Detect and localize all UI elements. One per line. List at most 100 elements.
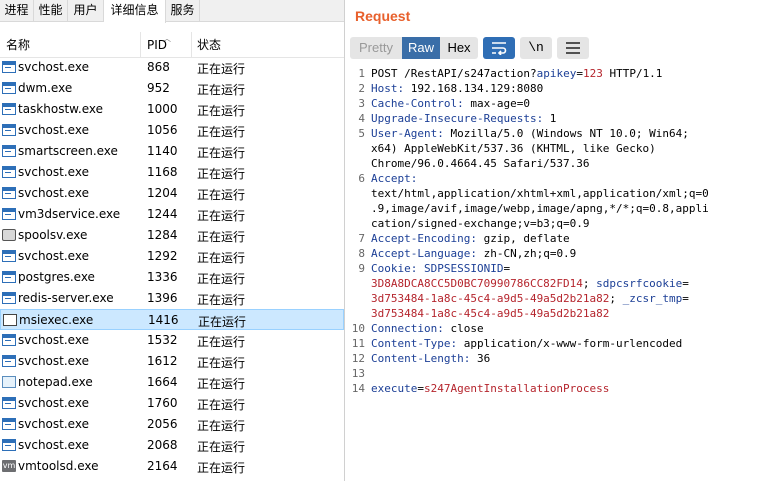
header-key: Accept-Encoding: [371, 232, 477, 245]
request-line: 1 POST /RestAPI/s247action?apikey=123 HTT… [345, 66, 768, 81]
process-pid: 868 [147, 60, 170, 74]
process-row[interactable]: vm vmtoolsd.exe 2164 正在运行 [0, 456, 344, 477]
request-panel: Request Pretty Raw Hex \n 1 POST /RestAPI… [345, 0, 768, 481]
request-line: 7 Accept-Encoding: gzip, deflate [345, 231, 768, 246]
installer-icon [3, 314, 17, 326]
process-row[interactable]: svchost.exe 1204 正在运行 [0, 183, 344, 204]
plain-text: .9,image/avif,image/webp,image/apng,*/*;… [371, 202, 709, 215]
request-line: 8 Accept-Language: zh-CN,zh;q=0.9 [345, 246, 768, 261]
request-line: 10 Connection: close [345, 321, 768, 336]
column-header-pid[interactable]: PID [147, 32, 167, 58]
plain-text: close [443, 322, 484, 335]
line-text: x64) AppleWebKit/537.36 (KHTML, like Gec… [371, 141, 656, 156]
process-status: 正在运行 [197, 335, 246, 349]
request-line: 3d753484-1a8c-45c4-a9d5-49a5d2b21a82 [345, 306, 768, 321]
process-row[interactable]: spoolsv.exe 1284 正在运行 [0, 225, 344, 246]
process-row[interactable]: svchost.exe 1532 正在运行 [0, 330, 344, 351]
request-line: 14 execute=s247AgentInstallationProcess [345, 381, 768, 396]
hamburger-menu-icon [566, 42, 580, 54]
process-row[interactable]: svchost.exe 1760 正在运行 [0, 393, 344, 414]
plain-text: 1 [543, 112, 557, 125]
request-line: 3 Cache-Control: max-age=0 [345, 96, 768, 111]
line-text: 3D8A8DCA8CC5D0BC70990786CC82FD14; sdpcsr… [371, 276, 689, 291]
service-icon [2, 103, 16, 115]
tab-bar: 进程 性能 用户 详细信息 服务 [0, 0, 344, 23]
process-pid: 1760 [147, 396, 178, 410]
header-key: Cache-Control: [371, 97, 464, 110]
pretty-view-button[interactable]: Pretty [350, 37, 402, 59]
process-name: redis-server.exe [18, 291, 114, 305]
column-header-name[interactable]: 名称 [6, 32, 30, 58]
plain-text: = [503, 262, 511, 275]
plain-text: cation/signed-exchange;v=b3;q=0.9 [371, 217, 590, 230]
plain-text: zh-CN,zh;q=0.9 [476, 247, 577, 260]
wrap-lines-icon [492, 42, 507, 56]
column-divider[interactable] [191, 32, 192, 58]
param-value: 3d753484-1a8c-45c4-a9d5-49a5d2b21a82 [371, 292, 610, 305]
service-icon [2, 397, 16, 409]
tab-services[interactable]: 服务 [166, 0, 200, 22]
line-number: 11 [351, 337, 365, 350]
request-line: 5 User-Agent: Mozilla/5.0 (Windows NT 10.… [345, 126, 768, 141]
request-line: 2 Host: 192.168.134.129:8080 [345, 81, 768, 96]
line-number: 7 [358, 232, 365, 245]
options-menu-button[interactable] [557, 37, 589, 59]
wrap-lines-button[interactable] [483, 37, 515, 59]
process-row[interactable]: smartscreen.exe 1140 正在运行 [0, 141, 344, 162]
plain-text: 192.168.134.129:8080 [404, 82, 544, 95]
plain-text: POST /RestAPI/s247action? [371, 67, 537, 80]
process-name: taskhostw.exe [18, 102, 103, 116]
process-row[interactable]: svchost.exe 1168 正在运行 [0, 162, 344, 183]
process-pid: 1168 [147, 165, 178, 179]
header-key: Content-Length: [371, 352, 471, 365]
tab-users[interactable]: 用户 [68, 0, 104, 22]
process-row[interactable]: postgres.exe 1336 正在运行 [0, 267, 344, 288]
request-editor[interactable]: 1 POST /RestAPI/s247action?apikey=123 HTT… [345, 66, 768, 396]
process-name: svchost.exe [18, 60, 89, 74]
header-key: apikey [536, 67, 577, 80]
process-row[interactable]: taskhostw.exe 1000 正在运行 [0, 99, 344, 120]
process-name: smartscreen.exe [18, 144, 118, 158]
header-key: Host: [371, 82, 405, 95]
process-row[interactable]: svchost.exe 1056 正在运行 [0, 120, 344, 141]
column-header-status[interactable]: 状态 [197, 32, 221, 58]
request-line: cation/signed-exchange;v=b3;q=0.9 [345, 216, 768, 231]
service-icon [2, 187, 16, 199]
process-status: 正在运行 [197, 167, 246, 181]
tab-details[interactable]: 详细信息 [104, 0, 166, 23]
process-row[interactable]: svchost.exe 2068 正在运行 [0, 435, 344, 456]
request-line: Chrome/96.0.4664.45 Safari/537.36 [345, 156, 768, 171]
plain-text: Chrome/96.0.4664.45 Safari/537.36 [371, 157, 590, 170]
show-newlines-button[interactable]: \n [520, 37, 552, 59]
raw-view-button[interactable]: Raw [402, 37, 440, 59]
hex-view-button[interactable]: Hex [440, 37, 478, 59]
line-number: 6 [358, 172, 365, 185]
process-row[interactable]: svchost.exe 1292 正在运行 [0, 246, 344, 267]
task-manager-window: 进程 性能 用户 详细信息 服务 名称 ︿ PID 状态 svchost.exe… [0, 0, 344, 481]
column-divider[interactable] [140, 32, 141, 58]
process-pid: 2164 [147, 459, 178, 473]
request-line: 11 Content-Type: application/x-www-form-u… [345, 336, 768, 351]
tab-performance[interactable]: 性能 [34, 0, 68, 22]
request-line: .9,image/avif,image/webp,image/apng,*/*;… [345, 201, 768, 216]
process-row[interactable]: dwm.exe 952 正在运行 [0, 78, 344, 99]
plain-text: ; [609, 292, 623, 305]
process-pid: 1204 [147, 186, 178, 200]
process-row[interactable]: redis-server.exe 1396 正在运行 [0, 288, 344, 309]
process-row[interactable]: vm3dservice.exe 1244 正在运行 [0, 204, 344, 225]
process-status: 正在运行 [197, 125, 246, 139]
process-name: spoolsv.exe [18, 228, 88, 242]
process-row[interactable]: msiexec.exe 1416 正在运行 [0, 309, 344, 330]
line-number: 8 [358, 247, 365, 260]
process-row[interactable]: notepad.exe 1664 正在运行 [0, 372, 344, 393]
process-row[interactable]: svchost.exe 2056 正在运行 [0, 414, 344, 435]
header-key: Accept-Language: [371, 247, 477, 260]
param-value: 3D8A8DCA8CC5D0BC70990786CC82FD14 [371, 277, 583, 290]
process-pid: 2056 [147, 417, 178, 431]
process-row[interactable]: svchost.exe 1612 正在运行 [0, 351, 344, 372]
service-icon [2, 334, 16, 346]
line-number: 4 [358, 112, 365, 125]
process-row[interactable]: svchost.exe 868 正在运行 [0, 57, 344, 78]
process-pid: 1612 [147, 354, 178, 368]
tab-processes[interactable]: 进程 [0, 0, 34, 22]
